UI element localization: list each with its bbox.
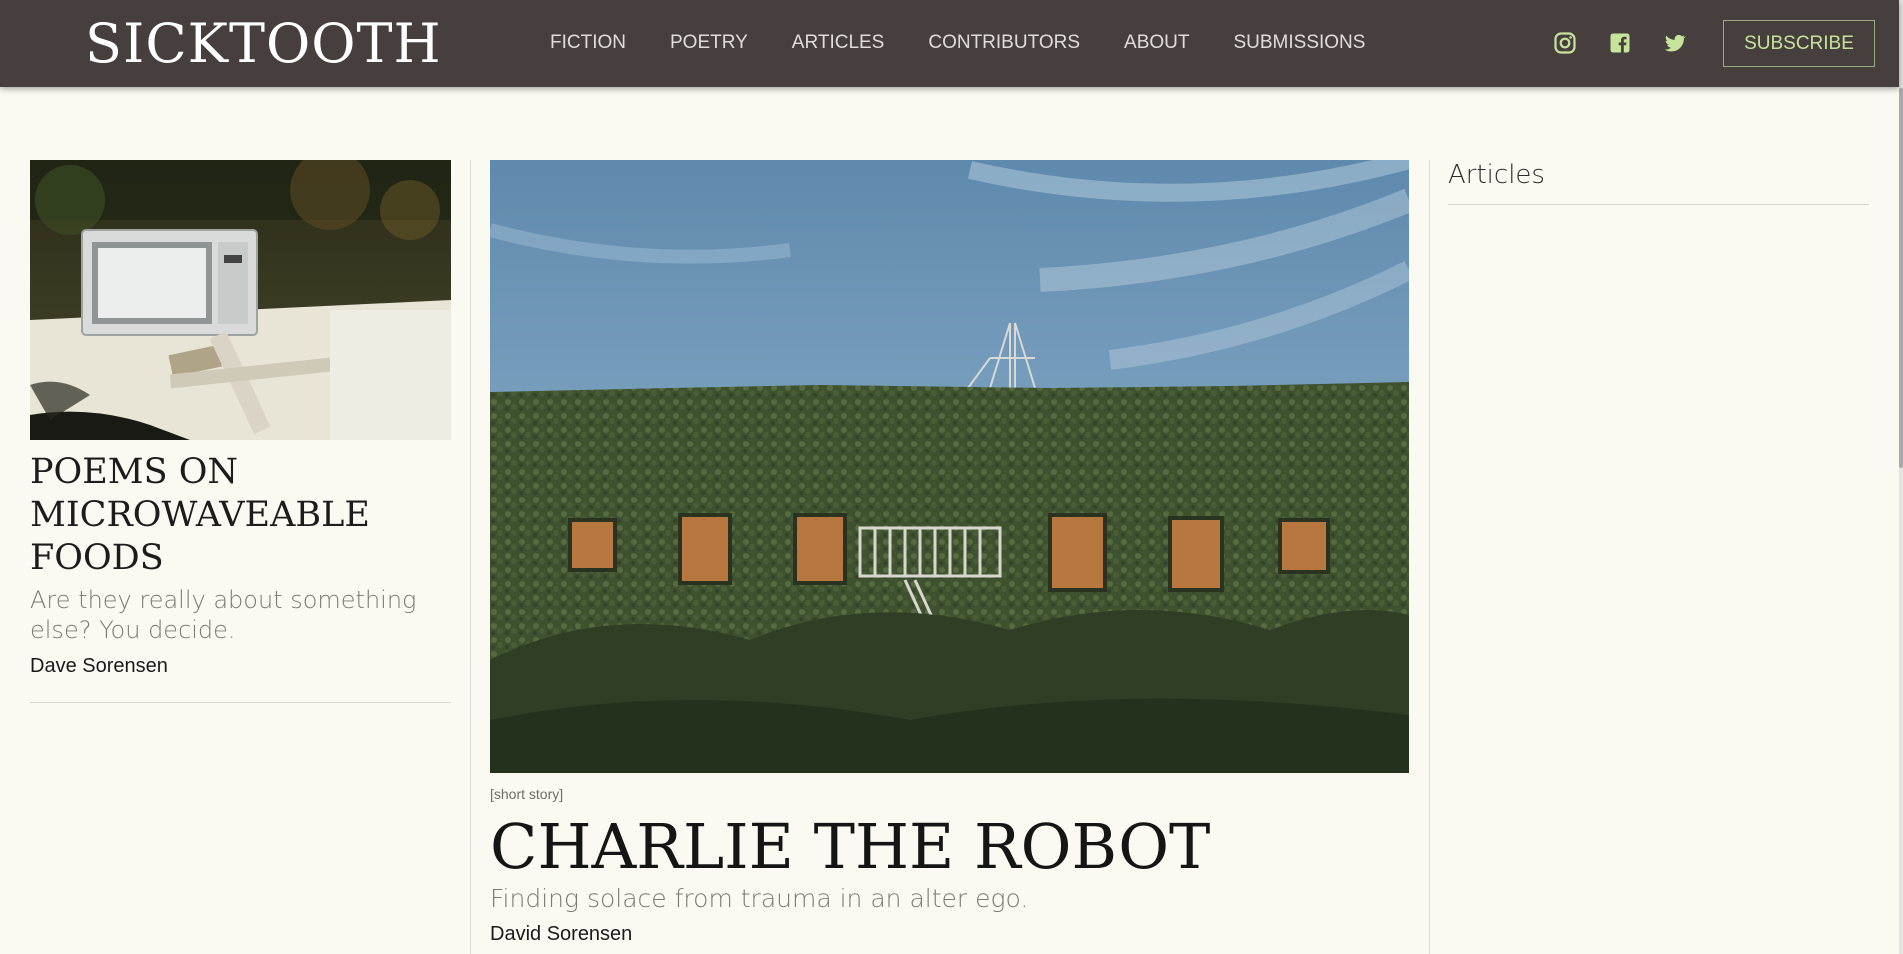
featured-post-author[interactable]: David Sorensen — [490, 923, 632, 946]
microwave-post-author[interactable]: Dave Sorensen — [30, 655, 168, 678]
social-links — [1553, 31, 1718, 55]
site-logo[interactable]: SICKTOOTH — [85, 12, 442, 76]
twitter-icon[interactable] — [1663, 31, 1687, 55]
microwave-post-title[interactable]: POEMS ON MICROWAVEABLE FOODS — [30, 451, 451, 580]
microwave-post-image[interactable] — [30, 160, 451, 440]
nav-item-submissions[interactable]: SUBMISSIONS — [1233, 30, 1365, 56]
nav-item-fiction[interactable]: FICTION — [550, 30, 626, 56]
column-divider — [470, 160, 471, 954]
column-divider — [1429, 160, 1430, 954]
nav-item-articles[interactable]: ARTICLES — [792, 30, 885, 56]
featured-post-title[interactable]: CHARLIE THE ROBOT — [490, 808, 1210, 886]
divider — [1448, 204, 1869, 205]
page-scrollbar[interactable] — [1899, 0, 1903, 954]
sidebar-heading: Articles — [1448, 160, 1545, 190]
featured-post-tag: [short story] — [490, 786, 564, 802]
nav-item-contributors[interactable]: CONTRIBUTORS — [928, 30, 1080, 56]
divider — [30, 702, 451, 703]
microwave-post-subtitle: Are they really about something else? Yo… — [30, 586, 417, 644]
scrollbar-thumb[interactable] — [1899, 88, 1903, 468]
featured-post-image[interactable] — [490, 160, 1409, 773]
subscribe-button[interactable]: SUBSCRIBE — [1723, 20, 1875, 67]
nav-item-about[interactable]: ABOUT — [1124, 30, 1189, 56]
nav-item-poetry[interactable]: POETRY — [670, 30, 748, 56]
main-nav: FICTION POETRY ARTICLES CONTRIBUTORS ABO… — [550, 30, 1409, 56]
featured-post-subtitle: Finding solace from trauma in an alter e… — [490, 884, 1029, 913]
facebook-icon[interactable] — [1608, 31, 1632, 55]
instagram-icon[interactable] — [1553, 31, 1577, 55]
site-header: SICKTOOTH FICTION POETRY ARTICLES CONTRI… — [0, 0, 1899, 87]
